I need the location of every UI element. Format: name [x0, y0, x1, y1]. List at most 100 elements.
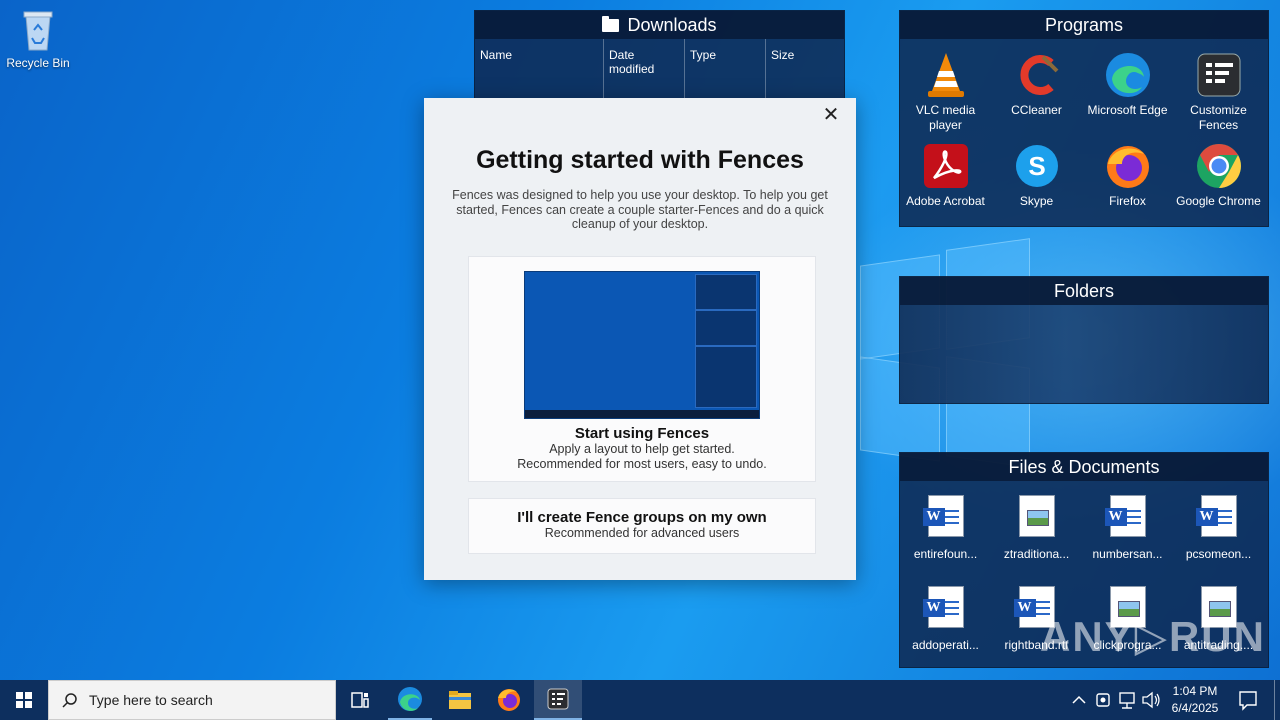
- taskbar-edge[interactable]: [388, 680, 432, 720]
- clock-date: 6/4/2025: [1171, 701, 1219, 715]
- close-icon[interactable]: ✕: [820, 104, 842, 126]
- anyrun-watermark: ANY▷RUN: [1040, 613, 1266, 660]
- program-chrome[interactable]: Google Chrome: [1173, 140, 1264, 231]
- program-label: VLC media player: [915, 103, 976, 132]
- files-fence-title[interactable]: Files & Documents: [900, 453, 1268, 481]
- svg-text:S: S: [1028, 151, 1045, 181]
- show-desktop-button[interactable]: [1274, 680, 1280, 720]
- option-subtitle: Recommended for advanced users: [544, 526, 740, 540]
- taskbar-file-explorer[interactable]: [438, 680, 482, 720]
- taskbar: Type here to search 1:04 PM 6/4/2025: [0, 680, 1280, 720]
- program-label: Microsoft Edge: [1087, 103, 1168, 117]
- show-hidden-icons[interactable]: [1068, 680, 1090, 720]
- option-subtitle: Recommended for most users, easy to undo…: [517, 457, 767, 471]
- image-file-icon: [1018, 495, 1055, 537]
- option-title: I'll create Fence groups on my own: [517, 509, 767, 526]
- search-icon: [62, 693, 77, 708]
- program-vlc[interactable]: VLC media player: [900, 49, 991, 140]
- volume-tray[interactable]: [1140, 680, 1162, 720]
- program-label: Firefox: [1109, 194, 1146, 208]
- windows-start-icon: [16, 692, 32, 708]
- speaker-icon: [1142, 691, 1160, 709]
- network-icon: [1119, 692, 1135, 709]
- file-label: addoperati...: [912, 638, 979, 652]
- dialog-title: Getting started with Fences: [476, 146, 804, 174]
- folder-icon: [602, 16, 620, 32]
- file-item[interactable]: W addoperati...: [900, 586, 991, 677]
- search-placeholder: Type here to search: [89, 692, 213, 708]
- create-own-fences-option[interactable]: I'll create Fence groups on my own Recom…: [468, 498, 816, 554]
- edge-icon: [398, 687, 422, 711]
- folders-fence-body: [900, 305, 1268, 403]
- column-header-size[interactable]: Size: [766, 39, 836, 99]
- vlc-icon: [922, 51, 970, 99]
- downloads-column-headers: Name Date modified Type Size: [475, 39, 844, 99]
- recycle-bin-icon: [18, 8, 58, 52]
- file-item[interactable]: ztraditiona...: [991, 495, 1082, 586]
- layout-preview-image: [524, 271, 760, 419]
- program-acrobat[interactable]: Adobe Acrobat: [900, 140, 991, 231]
- fences-icon: [1195, 51, 1243, 99]
- start-using-fences-option[interactable]: Start using Fences Apply a layout to hel…: [468, 256, 816, 482]
- program-customize-fences[interactable]: Customize Fences: [1173, 49, 1264, 140]
- recycle-bin[interactable]: Recycle Bin: [0, 8, 76, 70]
- getting-started-dialog: ✕ Getting started with Fences Fences was…: [424, 98, 856, 580]
- firefox-icon: [1104, 142, 1152, 190]
- network-tray[interactable]: [1115, 680, 1139, 720]
- taskbar-firefox[interactable]: [487, 680, 531, 720]
- word-doc-icon: W: [1104, 495, 1146, 537]
- option-subtitle: Apply a layout to help get started.: [549, 442, 735, 456]
- program-firefox[interactable]: Firefox: [1082, 140, 1173, 231]
- taskbar-search-box[interactable]: Type here to search: [48, 680, 336, 720]
- taskbar-clock[interactable]: 1:04 PM 6/4/2025: [1162, 683, 1228, 717]
- program-skype[interactable]: S Skype: [991, 140, 1082, 231]
- programs-fence[interactable]: Programs VLC media player CCleaner Micro…: [899, 10, 1269, 227]
- option-title: Start using Fences: [574, 425, 710, 442]
- file-item[interactable]: W pcsomeon...: [1173, 495, 1264, 586]
- program-ccleaner[interactable]: CCleaner: [991, 49, 1082, 140]
- word-doc-icon: W: [922, 495, 964, 537]
- clock-time: 1:04 PM: [1172, 684, 1218, 698]
- column-header-type[interactable]: Type: [685, 39, 766, 99]
- tray-device-icon: [1096, 693, 1110, 707]
- notification-icon: [1239, 691, 1257, 711]
- file-label: numbersan...: [1092, 547, 1163, 561]
- folders-fence[interactable]: Folders: [899, 276, 1269, 404]
- program-label: CCleaner: [1011, 103, 1062, 117]
- taskbar-fences[interactable]: [534, 680, 582, 720]
- programs-grid: VLC media player CCleaner Microsoft Edge…: [900, 39, 1268, 231]
- acrobat-icon: [922, 142, 970, 190]
- file-item[interactable]: W entirefoun...: [900, 495, 991, 586]
- word-doc-icon: W: [1195, 495, 1237, 537]
- program-label: Adobe Acrobat: [906, 194, 985, 208]
- skype-icon: S: [1013, 142, 1061, 190]
- file-label: pcsomeon...: [1185, 547, 1252, 561]
- column-header-date[interactable]: Date modified: [604, 39, 685, 99]
- folders-fence-title[interactable]: Folders: [900, 277, 1268, 305]
- program-edge[interactable]: Microsoft Edge: [1082, 49, 1173, 140]
- file-explorer-icon: [449, 691, 471, 709]
- fences-icon: [547, 688, 569, 710]
- downloads-fence-title-text: Downloads: [627, 15, 717, 35]
- edge-icon: [1104, 51, 1152, 99]
- file-label: ztraditiona...: [1003, 547, 1070, 561]
- downloads-fence-title[interactable]: Downloads: [475, 11, 844, 39]
- file-label: entirefoun...: [913, 547, 978, 561]
- downloads-fence[interactable]: Downloads Name Date modified Type Size: [474, 10, 845, 102]
- task-view-button[interactable]: [340, 680, 380, 720]
- programs-fence-title[interactable]: Programs: [900, 11, 1268, 39]
- program-label: Skype: [1019, 194, 1054, 208]
- program-label: Google Chrome: [1176, 194, 1261, 208]
- chevron-up-icon: [1072, 695, 1086, 704]
- dialog-intro: Fences was designed to help you use your…: [452, 188, 828, 231]
- start-button[interactable]: [0, 680, 48, 720]
- action-center-button[interactable]: [1234, 680, 1262, 720]
- ccleaner-icon: [1013, 51, 1061, 99]
- column-header-name[interactable]: Name: [475, 39, 604, 99]
- firefox-icon: [498, 689, 520, 711]
- task-view-icon: [351, 692, 369, 708]
- file-item[interactable]: W numbersan...: [1082, 495, 1173, 586]
- recycle-bin-label: Recycle Bin: [6, 56, 70, 70]
- tray-app-icon[interactable]: [1092, 680, 1114, 720]
- chrome-icon: [1195, 142, 1243, 190]
